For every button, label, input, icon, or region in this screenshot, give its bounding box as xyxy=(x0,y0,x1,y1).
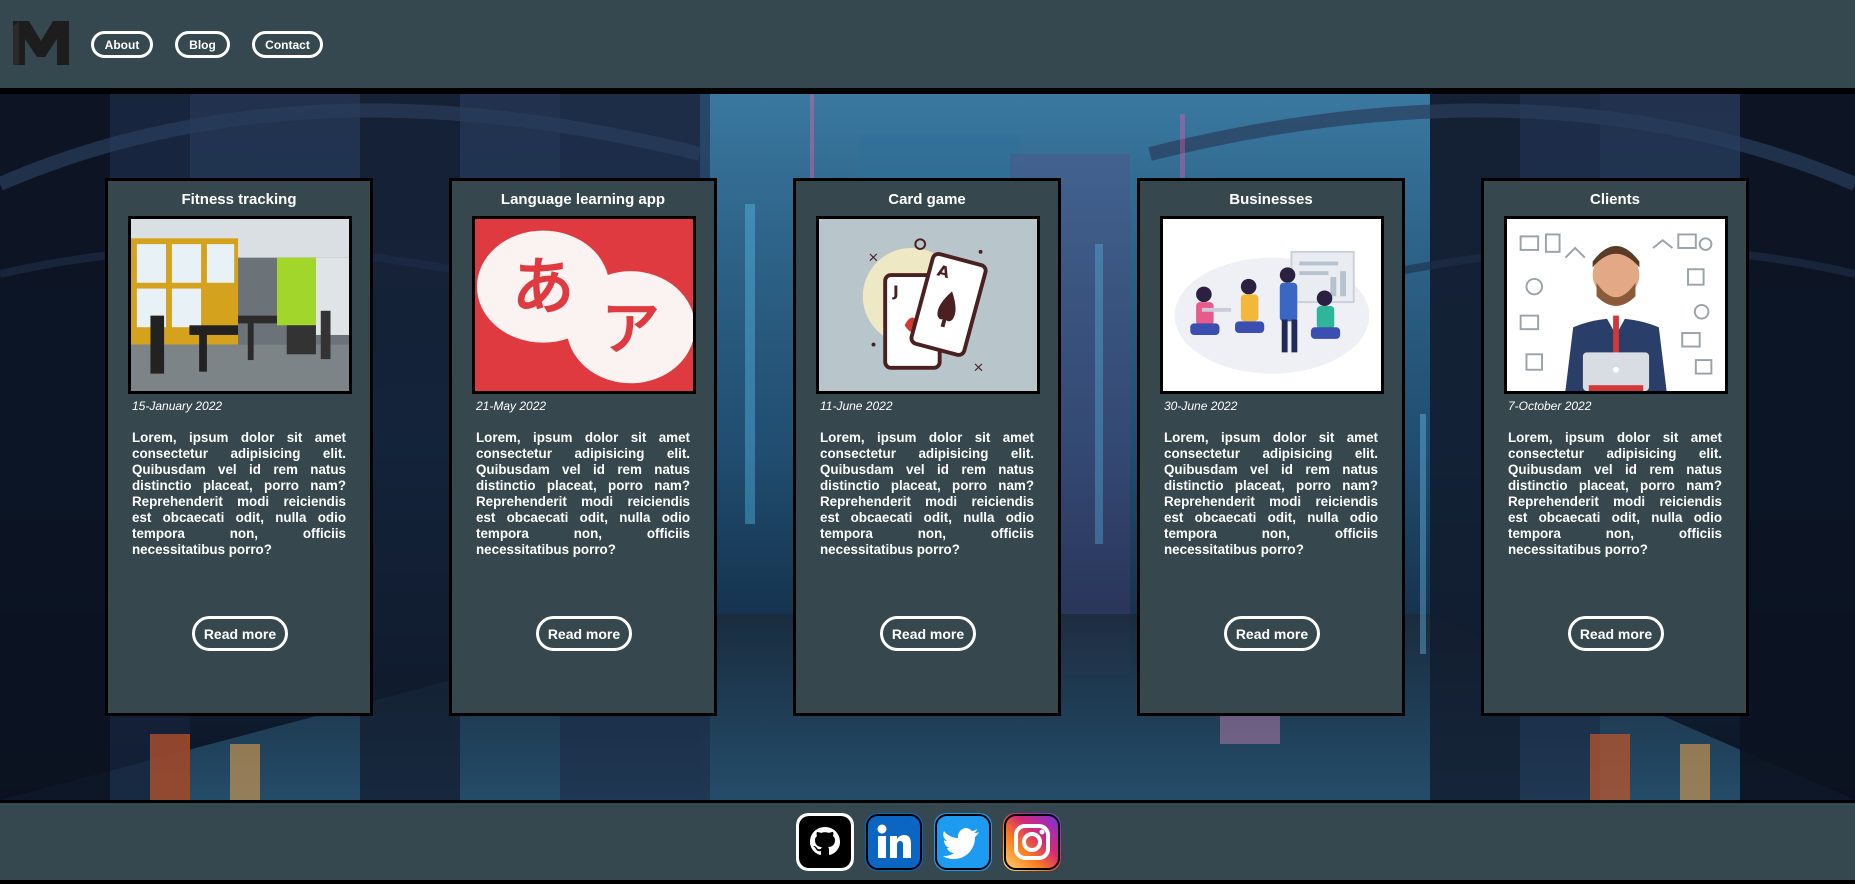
card-description: Lorem, ipsum dolor sit amet consectetur … xyxy=(1164,430,1378,557)
logo[interactable] xyxy=(11,19,71,67)
github-icon xyxy=(796,813,854,871)
linkedin-link[interactable] xyxy=(865,813,923,871)
gym-photo-image xyxy=(128,216,352,394)
read-more-button[interactable]: Read more xyxy=(880,616,976,651)
katakana-a-text: ア xyxy=(602,295,660,363)
card-description: Lorem, ipsum dolor sit amet consectetur … xyxy=(132,430,346,557)
project-card-businesses: Businesses 30-June 2022 Lorem, ipsum dol… xyxy=(1137,178,1405,716)
site-header: About Blog Contact xyxy=(0,0,1855,91)
twitter-link[interactable] xyxy=(934,813,992,871)
card-title: Language learning app xyxy=(500,191,666,208)
read-more-button[interactable]: Read more xyxy=(1224,616,1320,651)
project-card-card-game: Card game J A × × 11-June 2022 Lorem, ip… xyxy=(793,178,1061,716)
logo-m-icon xyxy=(13,21,69,65)
svg-text:J: J xyxy=(892,282,899,300)
card-description: Lorem, ipsum dolor sit amet consectetur … xyxy=(820,430,1034,557)
github-link[interactable] xyxy=(796,813,854,871)
card-date: 30-June 2022 xyxy=(1164,399,1238,413)
instagram-icon xyxy=(1003,813,1061,871)
card-title: Card game xyxy=(888,191,966,208)
card-description: Lorem, ipsum dolor sit amet consectetur … xyxy=(1508,430,1722,557)
card-title: Fitness tracking xyxy=(181,191,297,208)
project-card-language: Language learning app あ ア 21-May 2022 Lo… xyxy=(449,178,717,716)
card-title: Businesses xyxy=(1229,191,1313,208)
nav-about-button[interactable]: About xyxy=(91,31,153,58)
card-title: Clients xyxy=(1589,191,1640,208)
card-date: 15-January 2022 xyxy=(132,399,223,413)
nav-blog-button[interactable]: Blog xyxy=(175,31,230,58)
svg-text:×: × xyxy=(973,360,984,376)
client-businessman-image xyxy=(1504,216,1728,394)
twitter-icon xyxy=(934,813,992,871)
card-description: Lorem, ipsum dolor sit amet consectetur … xyxy=(476,430,690,557)
japanese-kana-image: あ ア xyxy=(472,216,696,394)
nav-contact-button[interactable]: Contact xyxy=(252,31,323,58)
project-card-fitness: Fitness tracking 15-January 2022 Lorem, … xyxy=(105,178,373,716)
read-more-button[interactable]: Read more xyxy=(192,616,288,651)
site-footer xyxy=(0,800,1855,884)
read-more-button[interactable]: Read more xyxy=(536,616,632,651)
card-date: 11-June 2022 xyxy=(820,399,893,413)
card-date: 7-October 2022 xyxy=(1508,399,1592,413)
instagram-link[interactable] xyxy=(1003,813,1061,871)
linkedin-icon xyxy=(865,813,923,871)
hiragana-a-text: あ xyxy=(512,250,574,323)
project-card-clients: Clients 7-October 2022 Lorem, ipsum dolo… xyxy=(1481,178,1749,716)
card-date: 21-May 2022 xyxy=(476,399,547,413)
business-meeting-image xyxy=(1160,216,1384,394)
read-more-button[interactable]: Read more xyxy=(1568,616,1664,651)
svg-text:×: × xyxy=(868,250,879,266)
playing-cards-image: J A × × xyxy=(816,216,1040,394)
